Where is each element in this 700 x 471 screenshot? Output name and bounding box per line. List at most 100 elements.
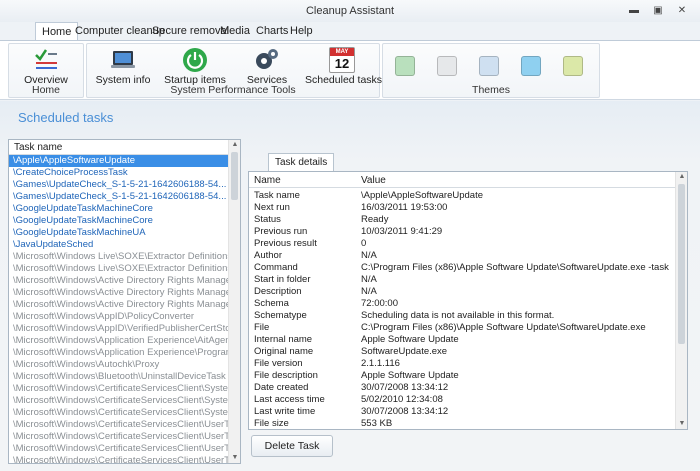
details-row[interactable]: Command C:\Program Files (x86)\Apple Soft… xyxy=(249,262,677,274)
task-list-item[interactable]: \Microsoft\Windows\Application Experienc… xyxy=(9,347,229,359)
details-row-name: Description xyxy=(254,286,302,297)
task-list-item[interactable]: \Microsoft\Windows\Active Directory Righ… xyxy=(9,299,229,311)
task-list-item[interactable]: \Games\UpdateCheck_S-1-5-21-1642606188-5… xyxy=(9,191,229,203)
scheduled-tasks-button[interactable]: MAY 12 Scheduled tasks xyxy=(305,46,382,86)
details-scroll-down-icon[interactable]: ▼ xyxy=(676,419,687,429)
task-list-item[interactable]: \Microsoft\Windows\CertificateServicesCl… xyxy=(9,431,229,443)
task-list-item[interactable]: \Microsoft\Windows Live\SOXE\Extractor D… xyxy=(9,263,229,275)
details-scroll-up-icon[interactable]: ▲ xyxy=(676,172,687,182)
details-row[interactable]: Internal name Apple Software Update xyxy=(249,334,677,346)
task-list-item[interactable]: \Microsoft\Windows\CertificateServicesCl… xyxy=(9,395,229,407)
task-list-item[interactable]: \Apple\AppleSoftwareUpdate xyxy=(9,155,229,167)
task-list[interactable]: Task name \Apple\AppleSoftwareUpdate \Cre… xyxy=(8,139,241,464)
details-row[interactable]: Next run 16/03/2011 19:53:00 xyxy=(249,202,677,214)
task-list-rows: \Apple\AppleSoftwareUpdate \CreateChoiceP… xyxy=(9,155,229,463)
details-row[interactable]: Previous run 10/03/2011 9:41:29 xyxy=(249,226,677,238)
task-list-item[interactable]: \Microsoft\Windows\AppID\VerifiedPublish… xyxy=(9,323,229,335)
details-row-name: Task name xyxy=(254,190,300,201)
details-row[interactable]: File C:\Program Files (x86)\Apple Softwar… xyxy=(249,322,677,334)
details-row-value: 5/02/2010 12:34:08 xyxy=(361,394,443,405)
menu-secure-removal[interactable]: Secure removal xyxy=(152,25,229,37)
task-list-item[interactable]: \Microsoft\Windows Live\SOXE\Extractor D… xyxy=(9,251,229,263)
menu-home[interactable]: Home xyxy=(35,22,79,41)
theme-swatch-green[interactable] xyxy=(395,56,415,76)
task-list-item[interactable]: \Microsoft\Windows\CertificateServicesCl… xyxy=(9,407,229,419)
scroll-thumb[interactable] xyxy=(231,152,238,200)
details-row[interactable]: Date created 30/07/2008 13:34:12 xyxy=(249,382,677,394)
scroll-up-icon[interactable]: ▲ xyxy=(229,140,240,150)
details-row[interactable]: Last access time 5/02/2010 12:34:08 xyxy=(249,394,677,406)
task-list-item[interactable]: \Microsoft\Windows\Autochk\Proxy xyxy=(9,359,229,371)
details-row-value: 0 xyxy=(361,238,367,249)
minimize-icon[interactable]: ▬ xyxy=(627,5,641,17)
startup-items-button[interactable]: Startup items xyxy=(163,46,227,86)
close-icon[interactable]: ✕ xyxy=(675,5,689,17)
details-row[interactable]: File size 553 KB xyxy=(249,418,677,429)
details-row-value: 72:00:00 xyxy=(361,298,398,309)
overview-button[interactable]: Overview xyxy=(9,46,83,86)
details-scroll-thumb[interactable] xyxy=(678,184,685,344)
details-row[interactable]: Start in folder N/A xyxy=(249,274,677,286)
details-row[interactable]: Schematype Scheduling data is not availab… xyxy=(249,310,677,322)
details-col-name[interactable]: Name xyxy=(254,175,281,186)
menu-media[interactable]: Media xyxy=(220,25,250,37)
details-row-value: C:\Program Files (x86)\Apple Software Up… xyxy=(361,262,669,273)
details-row-name: Last access time xyxy=(254,394,325,405)
details-row[interactable]: Schema 72:00:00 xyxy=(249,298,677,310)
task-list-item[interactable]: \Microsoft\Windows\CertificateServicesCl… xyxy=(9,383,229,395)
services-button[interactable]: Services xyxy=(235,46,299,86)
scroll-down-icon[interactable]: ▼ xyxy=(229,453,240,463)
task-list-item[interactable]: \Games\UpdateCheck_S-1-5-21-1642606188-5… xyxy=(9,179,229,191)
task-list-item[interactable]: \Microsoft\Windows\Active Directory Righ… xyxy=(9,275,229,287)
theme-swatch-lime[interactable] xyxy=(563,56,583,76)
menu-bar: Home Computer cleanup Secure removal Med… xyxy=(0,22,700,41)
menu-help[interactable]: Help xyxy=(290,25,313,37)
details-row[interactable]: Last write time 30/07/2008 13:34:12 xyxy=(249,406,677,418)
details-row-value: 10/03/2011 9:41:29 xyxy=(361,226,443,237)
task-list-item[interactable]: \Microsoft\Windows\CertificateServicesCl… xyxy=(9,455,229,463)
details-row-name: Author xyxy=(254,250,282,261)
details-row-value: N/A xyxy=(361,274,377,285)
details-row[interactable]: Status Ready xyxy=(249,214,677,226)
details-row-value: N/A xyxy=(361,286,377,297)
tab-task-details[interactable]: Task details xyxy=(268,153,335,171)
details-row[interactable]: Original name SoftwareUpdate.exe xyxy=(249,346,677,358)
theme-swatch-blue[interactable] xyxy=(521,56,541,76)
page-title: Scheduled tasks xyxy=(18,110,114,125)
task-list-item[interactable]: \JavaUpdateSched xyxy=(9,239,229,251)
details-row-name: Next run xyxy=(254,202,290,213)
task-list-item[interactable]: \CreateChoiceProcessTask xyxy=(9,167,229,179)
details-scrollbar[interactable]: ▲ ▼ xyxy=(675,172,687,429)
task-list-item[interactable]: \Microsoft\Windows\CertificateServicesCl… xyxy=(9,443,229,455)
task-list-item[interactable]: \Microsoft\Windows\Bluetooth\UninstallDe… xyxy=(9,371,229,383)
task-list-scrollbar[interactable]: ▲ ▼ xyxy=(228,140,240,463)
task-list-item[interactable]: \GoogleUpdateTaskMachineCore xyxy=(9,203,229,215)
overview-icon xyxy=(35,49,57,69)
task-list-item[interactable]: \Microsoft\Windows\CertificateServicesCl… xyxy=(9,419,229,431)
details-row-name: File xyxy=(254,322,270,333)
details-row[interactable]: Previous result 0 xyxy=(249,238,677,250)
system-tools-group-label: System Performance Tools xyxy=(170,84,296,96)
details-row[interactable]: File version 2.1.1.116 xyxy=(249,358,677,370)
task-list-item[interactable]: \Microsoft\Windows\Active Directory Righ… xyxy=(9,287,229,299)
delete-task-button[interactable]: Delete Task xyxy=(251,435,333,457)
theme-swatch-lightblue[interactable] xyxy=(479,56,499,76)
task-list-item[interactable]: \GoogleUpdateTaskMachineCore xyxy=(9,215,229,227)
details-row-value: Apple Software Update xyxy=(361,334,459,345)
task-list-header[interactable]: Task name xyxy=(9,140,229,155)
title-bar: Cleanup Assistant ▬ ▣ ✕ xyxy=(0,0,700,22)
details-row[interactable]: Task name \Apple\AppleSoftwareUpdate xyxy=(249,190,677,202)
maximize-icon[interactable]: ▣ xyxy=(651,5,665,17)
task-list-item[interactable]: \GoogleUpdateTaskMachineUA xyxy=(9,227,229,239)
details-row-value: 30/07/2008 13:34:12 xyxy=(361,406,449,417)
theme-swatch-gray[interactable] xyxy=(437,56,457,76)
details-row-value: N/A xyxy=(361,250,377,261)
details-row[interactable]: File description Apple Software Update xyxy=(249,370,677,382)
task-list-item[interactable]: \Microsoft\Windows\Application Experienc… xyxy=(9,335,229,347)
task-list-item[interactable]: \Microsoft\Windows\AppID\PolicyConverter xyxy=(9,311,229,323)
system-info-button[interactable]: System info xyxy=(91,46,155,86)
details-row[interactable]: Author N/A xyxy=(249,250,677,262)
details-row[interactable]: Description N/A xyxy=(249,286,677,298)
menu-charts[interactable]: Charts xyxy=(256,25,288,37)
details-col-value[interactable]: Value xyxy=(361,175,386,186)
